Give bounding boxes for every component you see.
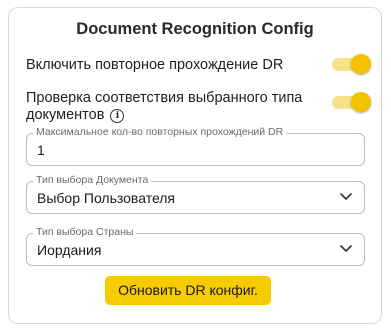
max-retries-value[interactable]: 1 bbox=[37, 142, 45, 159]
toggle-thumb bbox=[351, 92, 371, 112]
document-type-select[interactable]: Тип выбора Документа Выбор Пользователя bbox=[26, 174, 365, 214]
doc-type-check-label: Проверка соответствия выбранного типа до… bbox=[26, 90, 302, 124]
doc-type-check-label-line2-wrap: документов i bbox=[26, 107, 302, 124]
document-type-value: Выбор Пользователя bbox=[37, 190, 176, 206]
country-type-select[interactable]: Тип выбора Страны Иордания bbox=[26, 226, 365, 266]
country-type-label: Тип выбора Страны bbox=[33, 226, 137, 239]
update-dr-config-button[interactable]: Обновить DR конфиг. bbox=[105, 276, 271, 305]
chevron-down-icon bbox=[340, 193, 352, 200]
doc-type-check-label-line2: документов bbox=[26, 107, 105, 123]
max-retries-field[interactable]: Максимальное кол-во повторных прохождени… bbox=[26, 126, 365, 166]
max-retries-label: Максимальное кол-во повторных прохождени… bbox=[33, 126, 287, 139]
info-icon[interactable]: i bbox=[110, 109, 125, 123]
chevron-down-icon bbox=[340, 245, 352, 252]
retry-dr-toggle[interactable] bbox=[332, 54, 371, 74]
document-type-label: Тип выбора Документа bbox=[33, 174, 152, 187]
doc-type-check-toggle[interactable] bbox=[332, 92, 371, 112]
toggle-thumb bbox=[351, 54, 371, 74]
retry-dr-label: Включить повторное прохождение DR bbox=[26, 57, 284, 73]
country-type-value: Иордания bbox=[37, 242, 102, 258]
card-title: Document Recognition Config bbox=[76, 20, 314, 38]
doc-type-check-label-line1: Проверка соответствия выбранного типа bbox=[26, 90, 303, 106]
